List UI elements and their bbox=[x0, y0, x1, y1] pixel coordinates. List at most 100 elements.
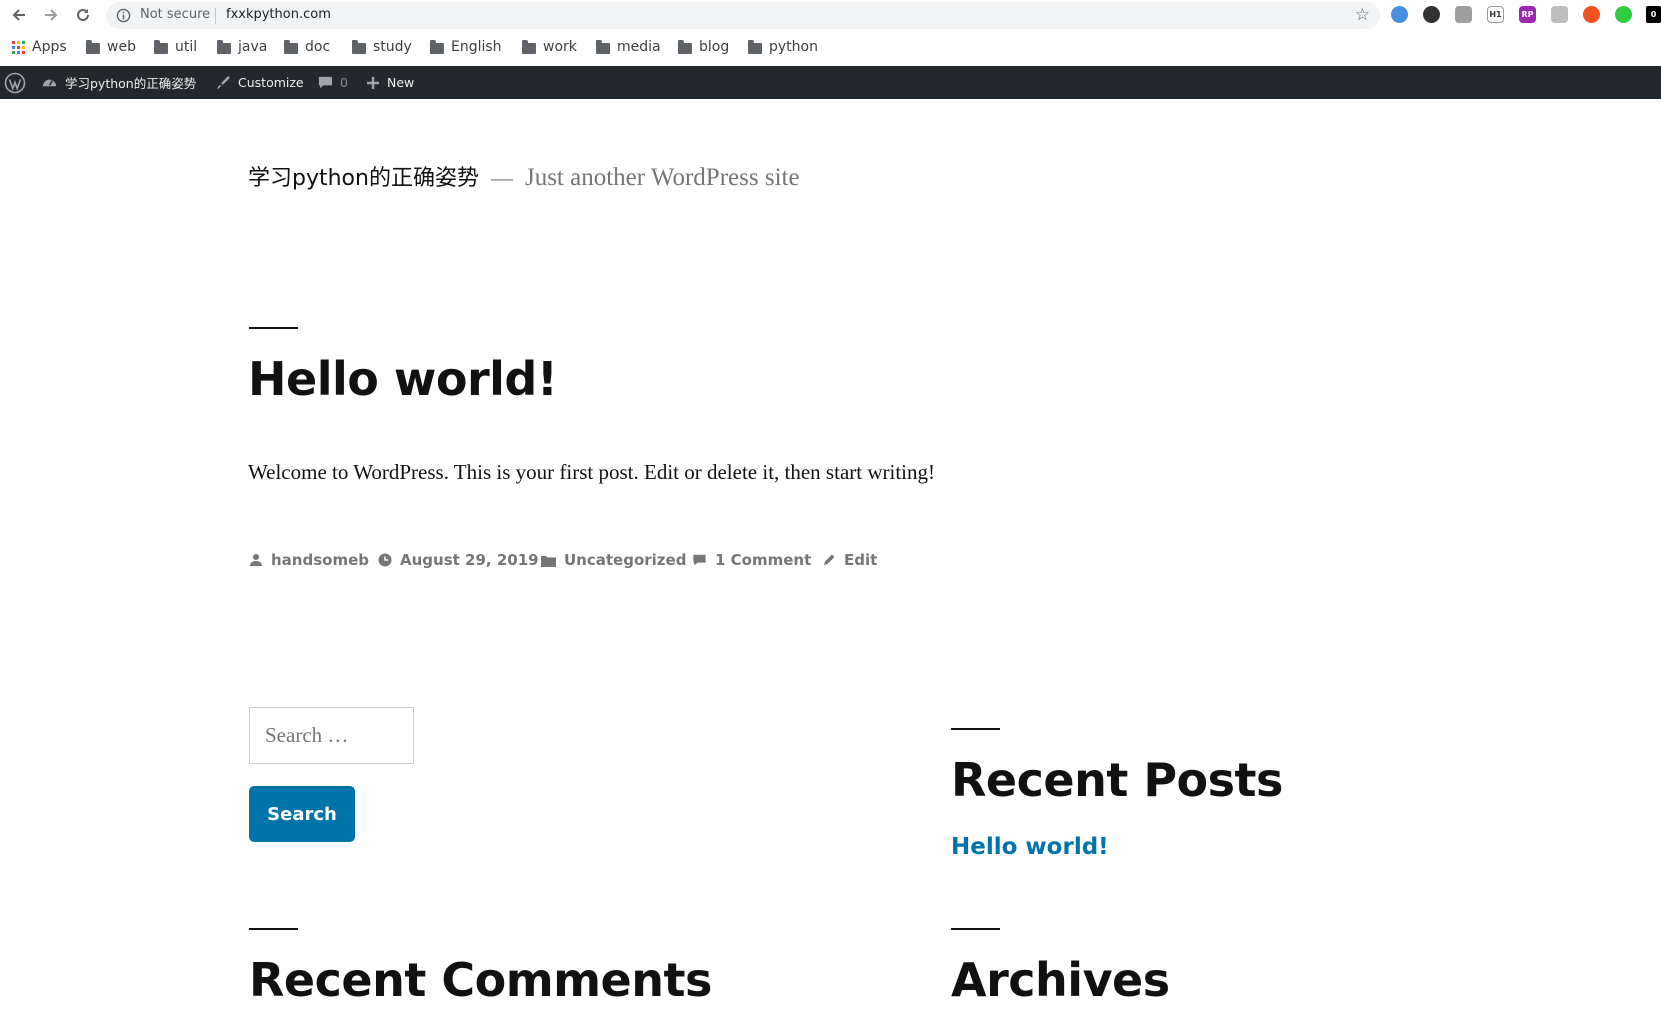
bookmark-folder-english[interactable]: English bbox=[430, 38, 502, 56]
dashboard-gauge-icon bbox=[42, 79, 57, 87]
apps-grid-icon bbox=[12, 40, 25, 54]
plus-icon bbox=[367, 76, 379, 89]
bookmark-label: media bbox=[617, 39, 661, 55]
post-author-name: handsomeb bbox=[271, 551, 369, 569]
bookmark-star-icon[interactable]: ☆ bbox=[1355, 6, 1370, 24]
post-date[interactable]: August 29, 2019 bbox=[378, 551, 539, 569]
reload-icon bbox=[77, 8, 89, 21]
bookmark-folder-java[interactable]: java bbox=[217, 38, 267, 56]
post-edit-text: Edit bbox=[844, 551, 878, 569]
info-icon[interactable] bbox=[116, 8, 131, 23]
recent-posts-title: Recent Posts bbox=[951, 753, 1283, 807]
bookmark-label: English bbox=[451, 39, 502, 55]
bookmark-label: java bbox=[238, 39, 268, 55]
bookmark-label: work bbox=[543, 39, 577, 55]
bookmark-folder-media[interactable]: media bbox=[596, 38, 661, 56]
bookmark-folder-util[interactable]: util bbox=[154, 38, 197, 56]
adminbar-comments[interactable]: 0 bbox=[318, 66, 348, 99]
adminbar-customize[interactable]: Customize bbox=[215, 66, 304, 99]
paintbrush-icon bbox=[217, 75, 230, 89]
bookmark-label: util bbox=[175, 39, 198, 55]
folder-icon bbox=[217, 39, 231, 54]
reload-button[interactable] bbox=[72, 4, 94, 26]
bookmark-label: web bbox=[107, 39, 136, 55]
archives-title: Archives bbox=[951, 953, 1170, 1007]
bookmark-folder-web[interactable]: web bbox=[86, 38, 136, 56]
ext-halfmoon-icon[interactable] bbox=[1423, 6, 1440, 23]
bookmark-label: blog bbox=[699, 39, 730, 55]
adminbar-new[interactable]: New bbox=[366, 66, 414, 99]
folder-icon bbox=[430, 39, 444, 54]
post-date-text: August 29, 2019 bbox=[400, 551, 539, 569]
recent-post-link[interactable]: Hello world! bbox=[951, 834, 1109, 860]
wordpress-logo-icon bbox=[4, 72, 26, 93]
site-title-separator: — bbox=[490, 165, 513, 190]
adminbar-new-label: New bbox=[387, 75, 415, 90]
post-content: Welcome to WordPress. This is your first… bbox=[248, 460, 935, 484]
comment-bubble-icon bbox=[693, 554, 706, 566]
address-bar[interactable]: Not secure fxxkpython.com ☆ bbox=[106, 2, 1380, 29]
folder-icon bbox=[284, 39, 298, 54]
ext-h1-icon[interactable]: H1 bbox=[1487, 6, 1504, 23]
ext-grey-icon[interactable] bbox=[1551, 6, 1568, 23]
bookmarks-bar: Apps web util java doc study English wor… bbox=[0, 32, 1661, 62]
site-description: Just another WordPress site bbox=[524, 164, 800, 191]
post-author[interactable]: handsomeb bbox=[249, 551, 369, 569]
adminbar-comments-count: 0 bbox=[340, 75, 348, 90]
folder-icon bbox=[86, 39, 100, 54]
search-input[interactable] bbox=[249, 707, 414, 764]
ext-green-icon[interactable] bbox=[1615, 6, 1632, 23]
site-title-link[interactable]: 学习python的正确姿势 bbox=[248, 160, 479, 192]
ext-black-icon[interactable]: 0 bbox=[1646, 6, 1661, 23]
wp-admin-bar: 学习python的正确姿势 Customize 0 New bbox=[0, 66, 1661, 99]
bookmark-apps[interactable]: Apps bbox=[12, 38, 67, 56]
search-button[interactable]: Search bbox=[249, 786, 355, 842]
folder-icon bbox=[352, 39, 366, 54]
folder-icon bbox=[596, 39, 610, 54]
folder-icon bbox=[154, 39, 168, 54]
ext-orange-icon[interactable] bbox=[1583, 6, 1600, 23]
back-arrow-icon bbox=[12, 9, 25, 21]
folder-icon bbox=[748, 39, 762, 54]
post-title[interactable]: Hello world! bbox=[248, 352, 558, 406]
ext-shield-icon[interactable] bbox=[1455, 6, 1472, 23]
ext-blue-icon[interactable] bbox=[1391, 6, 1408, 23]
post-comments-text: 1 Comment bbox=[715, 551, 812, 569]
recent-comments-divider bbox=[249, 928, 298, 930]
archives-divider bbox=[951, 928, 1000, 930]
folder-icon bbox=[522, 39, 536, 54]
forward-button[interactable] bbox=[40, 4, 62, 26]
adminbar-customize-label: Customize bbox=[238, 75, 304, 90]
person-icon bbox=[250, 554, 262, 566]
post-category[interactable]: Uncategorized bbox=[541, 551, 686, 569]
site-branding: 学习python的正确姿势 — Just another WordPress s… bbox=[248, 160, 800, 192]
security-label: Not secure bbox=[140, 7, 211, 22]
bookmark-label: doc bbox=[305, 39, 331, 55]
post-category-text: Uncategorized bbox=[564, 551, 687, 569]
bookmark-folder-study[interactable]: study bbox=[352, 38, 412, 56]
url-text[interactable]: fxxkpython.com bbox=[226, 7, 331, 22]
bookmark-label: python bbox=[769, 39, 818, 55]
bookmark-label: Apps bbox=[32, 39, 67, 55]
bookmark-label: study bbox=[373, 39, 412, 55]
folder-icon bbox=[541, 555, 556, 567]
bookmark-folder-blog[interactable]: blog bbox=[678, 38, 729, 56]
omnibox-divider bbox=[215, 8, 216, 24]
bookmark-folder-work[interactable]: work bbox=[522, 38, 577, 56]
recent-comments-title: Recent Comments bbox=[249, 953, 712, 1007]
pencil-icon bbox=[824, 554, 835, 565]
forward-arrow-icon bbox=[45, 9, 58, 21]
post-divider bbox=[249, 327, 298, 329]
browser-toolbar: Not secure fxxkpython.com ☆ H1 RP 0 bbox=[0, 0, 1661, 30]
recent-posts-divider bbox=[951, 728, 1000, 730]
adminbar-site-name[interactable]: 学习python的正确姿势 bbox=[41, 66, 196, 99]
post-comments-link[interactable]: 1 Comment bbox=[692, 551, 811, 569]
post-edit-link[interactable]: Edit bbox=[822, 551, 877, 569]
wp-logo-menu[interactable] bbox=[4, 66, 26, 99]
ext-purple-icon[interactable]: RP bbox=[1519, 6, 1536, 23]
bookmark-folder-python[interactable]: python bbox=[748, 38, 818, 56]
bookmark-folder-doc[interactable]: doc bbox=[284, 38, 330, 56]
back-button[interactable] bbox=[8, 4, 30, 26]
adminbar-site-label: 学习python的正确姿势 bbox=[65, 76, 197, 91]
clock-icon bbox=[378, 553, 392, 567]
